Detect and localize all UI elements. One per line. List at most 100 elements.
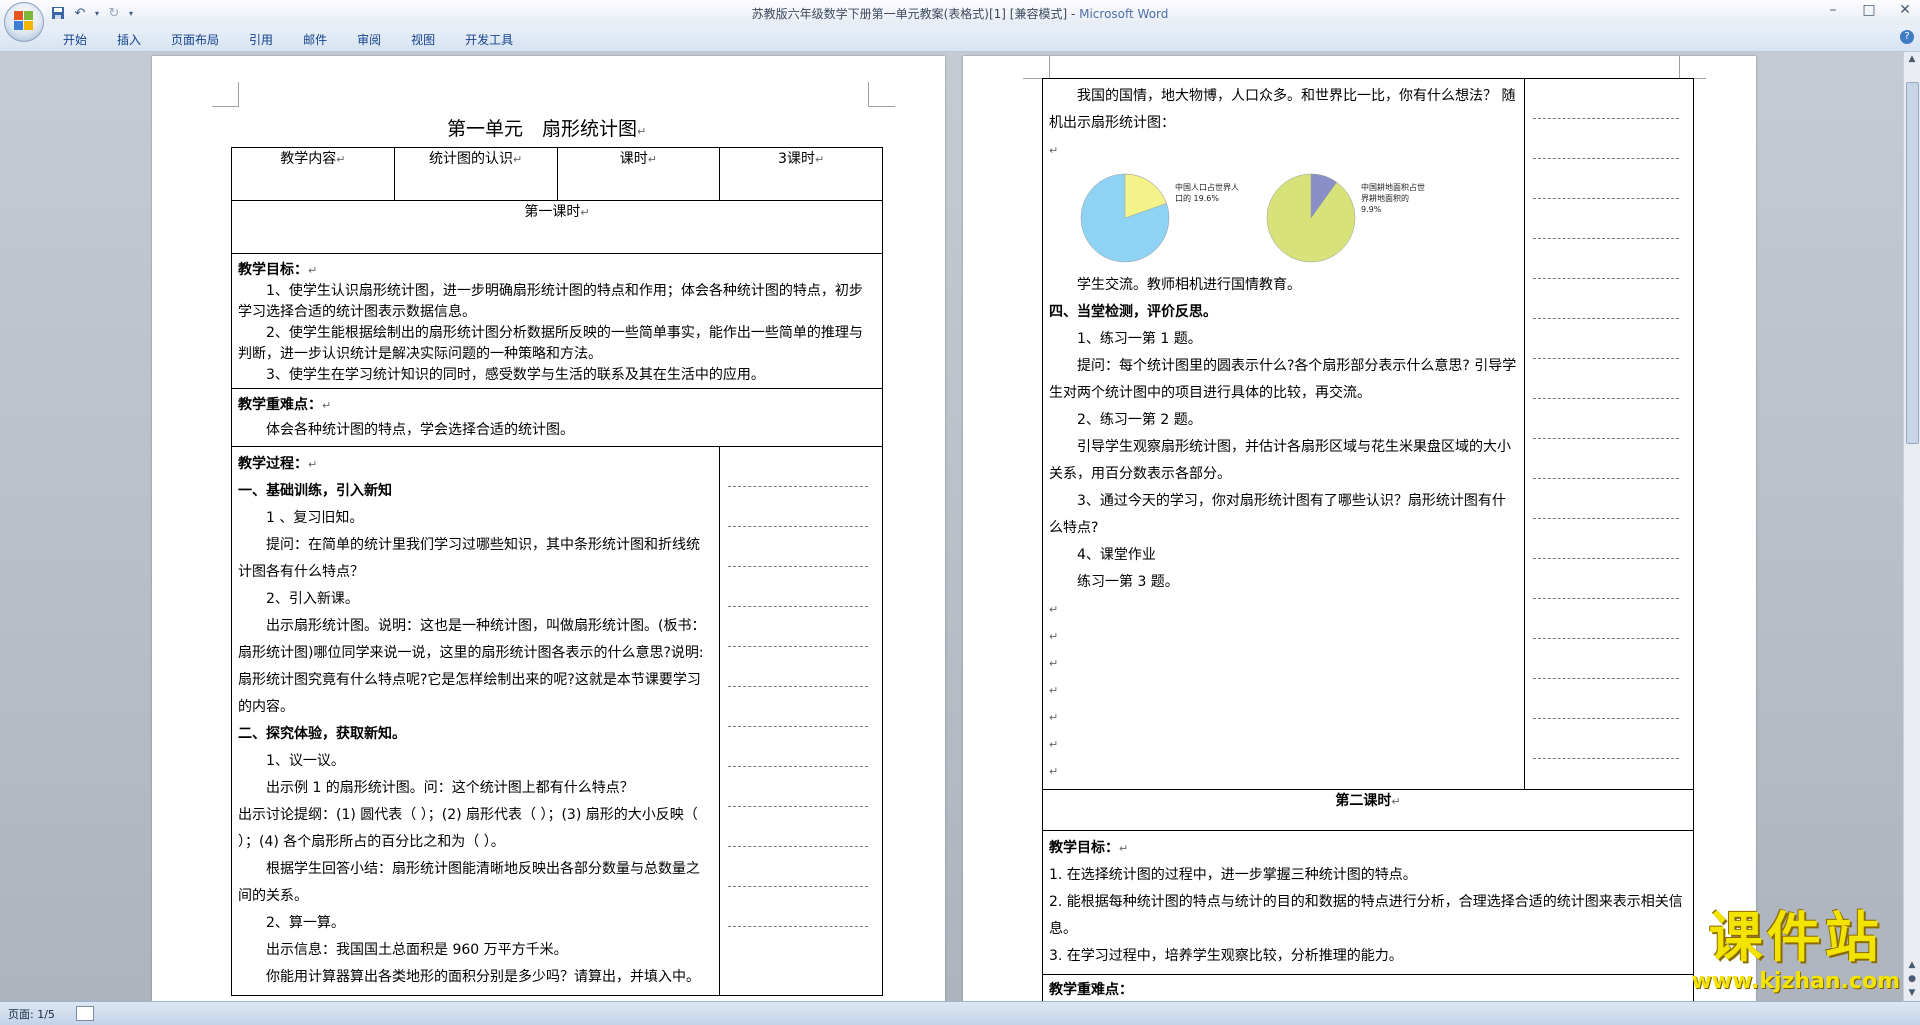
- paragraph-mark: ↵: [1049, 144, 1059, 157]
- proofing-icon[interactable]: [76, 1006, 94, 1021]
- keypoints-row: 教学重难点：: [1042, 974, 1694, 1002]
- note-line: [728, 687, 868, 727]
- tab-references[interactable]: 引用: [234, 29, 288, 50]
- process-paragraph: 出示扇形统计图。说明：这也是一种统计图，叫做扇形统计图。(板书：扇形统计图)哪位…: [238, 618, 706, 715]
- tab-view[interactable]: 视图: [396, 29, 450, 50]
- document-title-text: 第一单元 扇形统计图: [447, 118, 638, 140]
- status-bar: 页面: 1/5: [0, 1001, 1920, 1025]
- previous-page-icon[interactable]: ▲: [1906, 960, 1918, 972]
- note-line: [728, 647, 868, 687]
- note-line: [1532, 439, 1679, 479]
- process-paragraph: 提问：每个统计图里的圆表示什么?各个扇形部分表示什么意思? 引导学生对两个统计图…: [1049, 358, 1517, 401]
- process-paragraph: 引导学生观察扇形统计图，并估计各扇形区域与花生米果盘区域的大小关系，用百分数表示…: [1049, 439, 1511, 482]
- notes-lines: [720, 447, 882, 927]
- table-cell: 教学内容↵: [231, 147, 395, 201]
- process-paragraph: 出示例 1 的扇形统计图。问：这个统计图上都有什么特点？: [266, 780, 634, 796]
- keypoints-label: 教学重难点：: [1049, 982, 1133, 998]
- process-paragraph: 学生交流。教师相机进行国情教育。: [1077, 277, 1301, 293]
- lesson-title-row: 第一课时↵: [231, 200, 883, 254]
- table-cell: 第一课时↵: [231, 200, 883, 254]
- table-cell: 3课时↵: [719, 147, 883, 201]
- help-icon[interactable]: ?: [1900, 30, 1914, 44]
- note-line: [728, 487, 868, 527]
- goals-label-text: 教学目标：: [238, 262, 308, 278]
- title-separator: -: [1067, 7, 1080, 21]
- scrollbar-thumb[interactable]: [1906, 82, 1919, 444]
- table-cell: 课时↵: [556, 147, 721, 201]
- watermark-url: www.kjzhan.com: [1691, 969, 1900, 994]
- process-label-text: 教学过程：: [238, 456, 308, 472]
- note-line: [1532, 199, 1679, 239]
- next-page-icon[interactable]: ▼: [1906, 988, 1918, 1000]
- process-paragraph: 出示讨论提纲：(1) 圆代表（ ）；(2) 扇形代表（ ）；(3) 扇形的大小反…: [238, 807, 698, 850]
- process-paragraph: 2、练习一第 2 题。: [1077, 412, 1202, 428]
- table-header-row: 教学内容↵ 统计图的认识↵ 课时↵ 3课时↵: [231, 147, 883, 201]
- note-line: [728, 807, 868, 847]
- goal-item: 2. 能根据每种统计图的特点与统计的目的和数据的特点进行分析，合理选择合适的统计…: [1049, 894, 1683, 937]
- tab-mailings[interactable]: 邮件: [288, 29, 342, 50]
- note-line: [1532, 319, 1679, 359]
- crop-mark: [1023, 56, 1050, 79]
- keypoints-cell: 教学重难点：↵ 体会各种统计图的特点，学会选择合适的统计图。: [231, 388, 883, 447]
- note-line: [1532, 519, 1679, 559]
- goals-cell: 教学目标：↵ 1、使学生认识扇形统计图，进一步明确扇形统计图的特点和作用；体会各…: [231, 253, 883, 389]
- vertical-scrollbar[interactable]: ▲ ▲ ● ▼: [1903, 52, 1920, 1002]
- minimize-icon[interactable]: –: [1822, 2, 1844, 18]
- note-line: [1532, 399, 1679, 439]
- window-controls: – □ ✕: [1822, 2, 1916, 18]
- office-button[interactable]: [4, 2, 44, 42]
- process-paragraph: 3、通过今天的学习，你对扇形统计图有了哪些认识？扇形统计图有什么特点?: [1049, 493, 1506, 536]
- lesson-table: 教学内容↵ 统计图的认识↵ 课时↵ 3课时↵ 第一课时↵ 教学目标：↵ 1、使学…: [230, 147, 883, 996]
- note-line: [728, 607, 868, 647]
- lesson-table-continued: 我国的国情，地大物博，人口众多。和世界比一比，你有什么想法？ 随机出示扇形统计图…: [1042, 78, 1695, 1002]
- note-line: [728, 767, 868, 807]
- note-line: [728, 527, 868, 567]
- farmland-pie-block: 中国耕地面积占世界耕地面积的 9.9%: [1265, 172, 1431, 264]
- crop-mark: [868, 82, 895, 107]
- note-line: [1532, 119, 1679, 159]
- note-line: [1532, 479, 1679, 519]
- note-line: [1532, 679, 1679, 719]
- scroll-up-icon[interactable]: ▲: [1906, 54, 1918, 66]
- tab-page-layout[interactable]: 页面布局: [156, 29, 234, 50]
- population-pie-block: 中国人口占世界人口的 19.6%: [1079, 172, 1245, 264]
- document-area: 第一单元 扇形统计图↵ 教学内容↵ 统计图的认识↵ 课时↵ 3课时↵ 第一课时↵…: [0, 52, 1904, 1002]
- cell-value-content: 统计图的认识: [429, 151, 514, 167]
- process-paragraph: 2、引入新课。: [266, 591, 359, 607]
- tab-developer[interactable]: 开发工具: [450, 29, 528, 50]
- pie-charts: 中国人口占世界人口的 19.6% 中国耕地面积占世界耕地面积的 9.9%: [1079, 172, 1518, 264]
- page-indicator[interactable]: 页面: 1/5: [8, 1006, 55, 1022]
- goal-item: 2、使学生能根据绘制出的扇形统计图分析数据所反映的一些简单事实，能作出一些简单的…: [238, 325, 863, 362]
- notes-lines: [1525, 79, 1693, 759]
- keypoints-row: 教学重难点：↵ 体会各种统计图的特点，学会选择合适的统计图。: [231, 388, 883, 447]
- close-icon[interactable]: ✕: [1894, 2, 1916, 18]
- goal-item: 3. 在学习过程中，培养学生观察比较，分析推理的能力。: [1049, 948, 1403, 964]
- crop-mark: [212, 82, 239, 107]
- note-line: [728, 847, 868, 887]
- lesson2-title-row: 第二课时↵: [1042, 789, 1694, 831]
- office-logo-icon: [14, 11, 34, 31]
- select-browse-object-icon[interactable]: ●: [1906, 974, 1918, 986]
- document-title: 第一单元 扇形统计图↵: [447, 118, 647, 140]
- process-row: 我国的国情，地大物博，人口众多。和世界比一比，你有什么想法？ 随机出示扇形统计图…: [1042, 78, 1695, 790]
- watermark: 课件站 www.kjzhan.com: [1691, 907, 1900, 995]
- cell-value-period: 3课时: [778, 151, 815, 167]
- process-paragraph: 出示信息：我国国土总面积是 960 万平方千米。: [266, 942, 568, 958]
- process-cell: 教学过程：↵ 一、基础训练，引入新知 1 、复习旧知。 提问：在简单的统计里我们学习…: [230, 446, 721, 996]
- process-paragraph: 提问：在简单的统计里我们学习过哪些知识，其中条形统计图和折线统计图各有什么特点？: [238, 537, 700, 580]
- goals-row: 教学目标：↵ 1、使学生认识扇形统计图，进一步明确扇形统计图的特点和作用；体会各…: [231, 253, 883, 389]
- note-line: [728, 567, 868, 607]
- tab-insert[interactable]: 插入: [102, 29, 156, 50]
- note-line: [1532, 599, 1679, 639]
- paragraph-mark: ↵ ↵ ↵ ↵ ↵ ↵ ↵: [1049, 603, 1059, 778]
- keypoints-label: 教学重难点：↵: [238, 397, 332, 413]
- ribbon-tab-bar: 开始 插入 页面布局 引用 邮件 审阅 视图 开发工具 ?: [0, 25, 1920, 52]
- tab-review[interactable]: 审阅: [342, 29, 396, 50]
- watermark-brand: 课件站: [1708, 906, 1883, 969]
- process-row: 教学过程：↵ 一、基础训练，引入新知 1 、复习旧知。 提问：在简单的统计里我们学习…: [230, 446, 883, 996]
- table-cell: 第二课时↵: [1042, 789, 1694, 831]
- tab-home[interactable]: 开始: [48, 29, 102, 50]
- crop-mark: [1679, 56, 1706, 79]
- window-title: 苏教版六年级数学下册第一单元教案(表格式)[1] [兼容模式] - Micros…: [0, 5, 1920, 22]
- maximize-icon[interactable]: □: [1858, 2, 1880, 18]
